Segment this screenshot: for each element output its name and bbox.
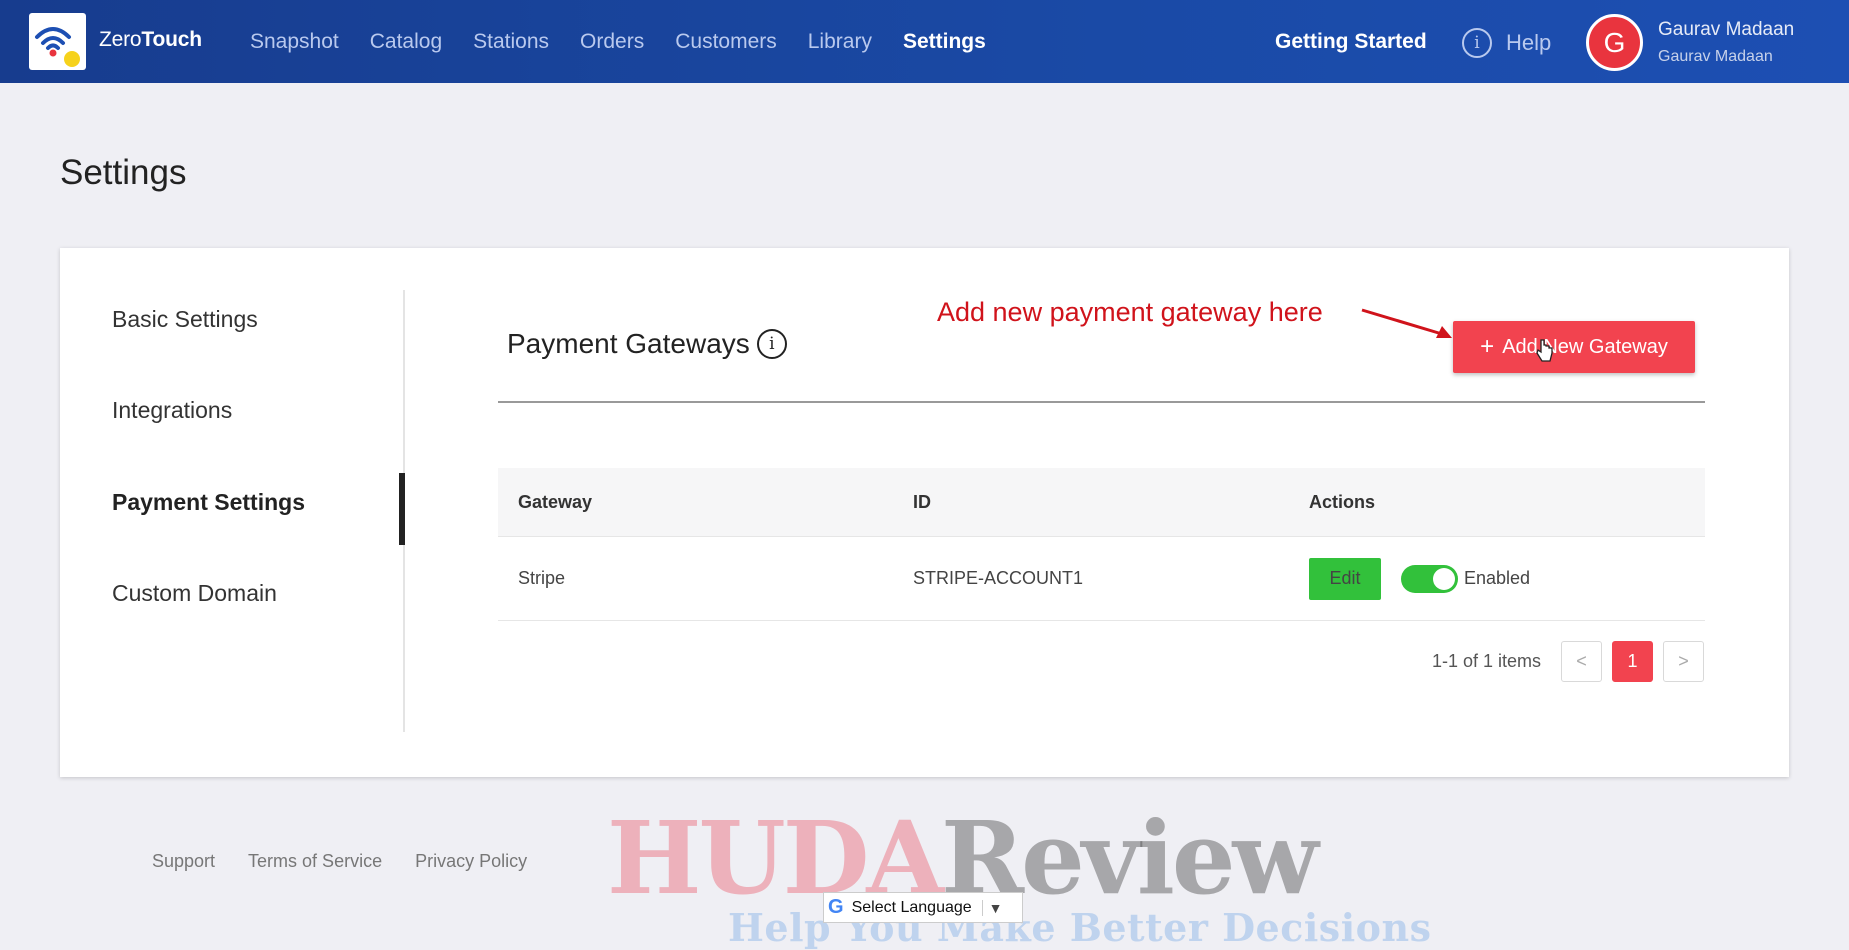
section-title: Payment Gateways i [507,328,787,360]
header-actions: Actions [1309,491,1376,512]
side-item-payment-settings[interactable]: Payment Settings [112,489,305,516]
nav-item-catalog[interactable]: Catalog [370,30,442,54]
status-label: Enabled [1464,568,1531,588]
cell-actions: Edit Enabled [1289,557,1705,600]
enabled-toggle[interactable] [1401,564,1458,593]
plus-icon: + [1480,333,1495,360]
section-divider [498,401,1705,403]
table-header: Gateway ID Actions [498,468,1705,537]
settings-side-menu: Basic Settings Integrations Payment Sett… [60,290,405,732]
logo-prefix: Zero [99,28,142,51]
settings-card: Basic Settings Integrations Payment Sett… [60,248,1789,777]
footer-support-link[interactable]: Support [152,851,215,872]
top-navbar: ZeroTouch Snapshot Catalog Stations Orde… [0,0,1849,83]
help-label: Help [1506,30,1552,55]
logo-text[interactable]: ZeroTouch [99,28,202,52]
pagination: 1-1 of 1 items < 1 > [1432,641,1705,682]
add-new-gateway-button[interactable]: + Add New Gateway [1453,321,1695,373]
info-icon[interactable]: i [756,329,787,359]
nav-item-snapshot[interactable]: Snapshot [250,30,339,54]
annotation-text: Add new payment gateway here [937,297,1323,327]
side-item-integrations[interactable]: Integrations [112,397,232,424]
nav-item-orders[interactable]: Orders [580,30,644,54]
google-icon: G [828,896,844,918]
header-id: ID [913,491,931,512]
help-link[interactable]: i Help [1462,28,1551,58]
add-new-gateway-label: Add New Gateway [1502,335,1668,358]
nav-item-settings[interactable]: Settings [903,30,986,54]
gateways-table: Gateway ID Actions Stripe STRIPE-ACCOUNT… [498,468,1705,621]
nav-item-stations[interactable]: Stations [473,30,549,54]
active-indicator [399,473,405,545]
footer-links: Support Terms of Service Privacy Policy [152,851,560,872]
language-label: Select Language [851,898,972,916]
chevron-down-icon: ▼ [981,899,1003,916]
hand-cursor-icon [1536,339,1553,362]
cell-gateway: Stripe [518,568,566,588]
nav-item-library[interactable]: Library [808,30,872,54]
info-icon: i [1462,28,1492,58]
footer-privacy-link[interactable]: Privacy Policy [415,851,527,872]
side-item-custom-domain[interactable]: Custom Domain [112,580,277,607]
avatar[interactable]: G [1586,14,1643,71]
table-row: Stripe STRIPE-ACCOUNT1 Edit Enabled [498,537,1705,621]
header-gateway: Gateway [518,491,593,512]
user-name[interactable]: Gaurav Madaan [1658,19,1794,41]
nav-item-customers[interactable]: Customers [675,30,777,54]
annotation-arrow-icon [1361,308,1452,338]
footer-terms-link[interactable]: Terms of Service [248,851,382,872]
edit-button[interactable]: Edit [1309,557,1381,600]
page-1-button[interactable]: 1 [1612,641,1654,682]
toggle-knob [1433,567,1455,590]
side-item-basic-settings[interactable]: Basic Settings [112,306,258,333]
logo-suffix: Touch [141,28,202,51]
prev-page-button[interactable]: < [1561,641,1603,682]
cell-id: STRIPE-ACCOUNT1 [913,568,1084,588]
page-title: Settings [60,153,187,192]
language-select[interactable]: G Select Language ▼ [823,892,1023,923]
logo-icon[interactable] [29,13,86,70]
user-subtitle: Gaurav Madaan [1658,48,1773,65]
getting-started-link[interactable]: Getting Started [1275,30,1427,54]
next-page-button[interactable]: > [1663,641,1705,682]
main-nav: Snapshot Catalog Stations Orders Custome… [250,30,1017,54]
section-title-text: Payment Gateways [507,328,750,359]
pagination-summary: 1-1 of 1 items [1432,651,1542,671]
